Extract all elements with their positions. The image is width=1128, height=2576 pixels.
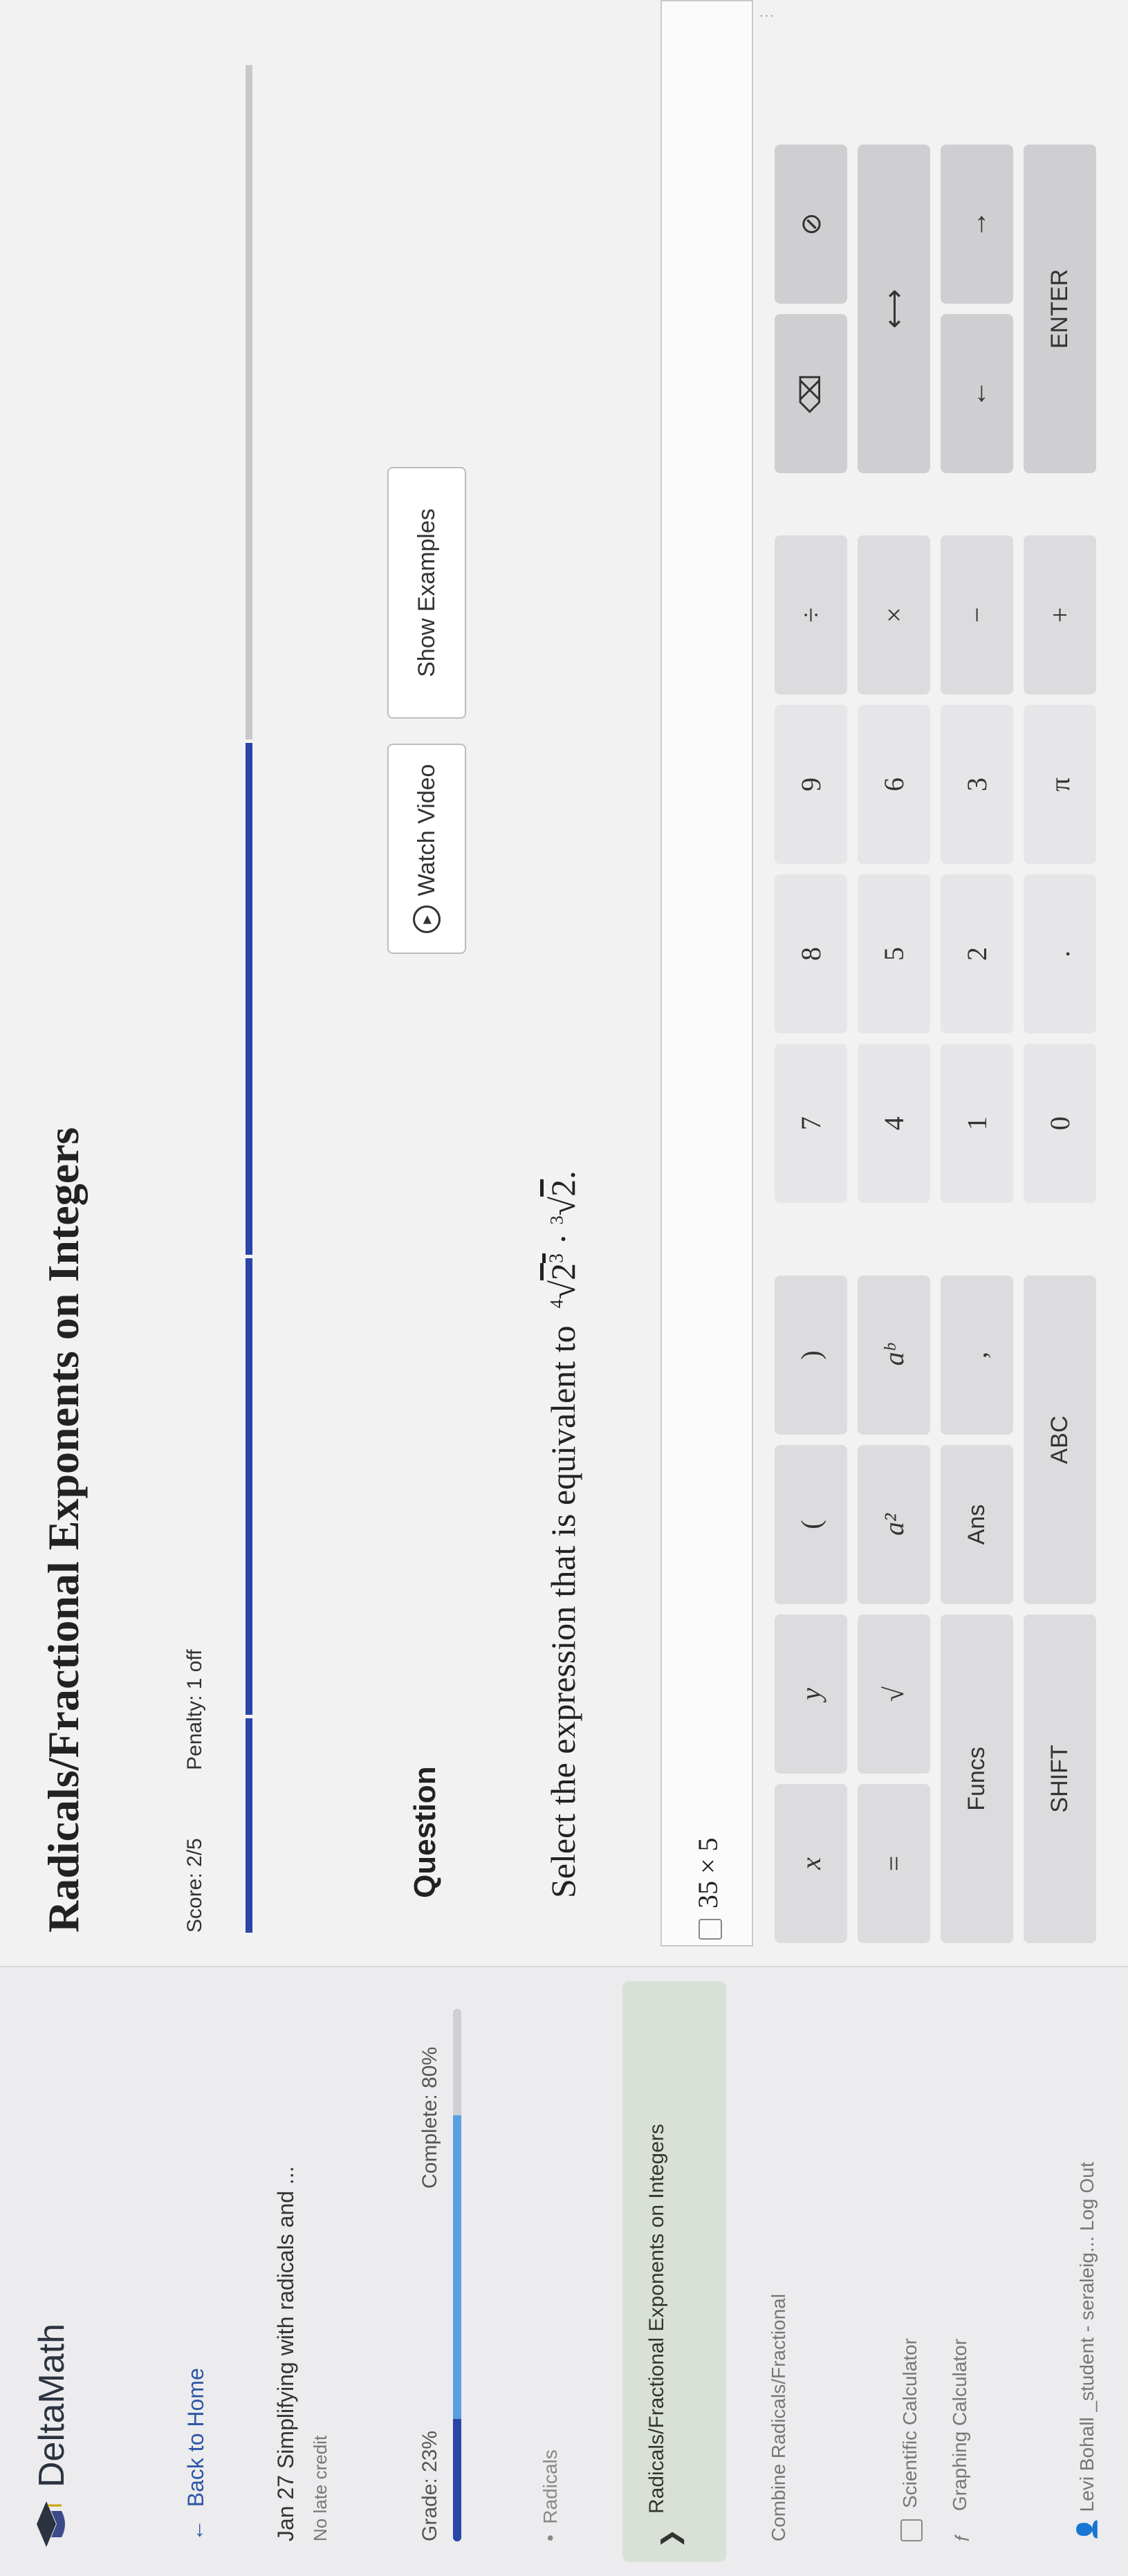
show-examples-button[interactable]: Show Examples: [387, 467, 466, 719]
page-title: Radicals/Fractional Exponents on Integer…: [39, 1127, 88, 1933]
progress-segment: [246, 65, 252, 739]
brand-name: DeltaMath: [32, 2324, 72, 2487]
key-right[interactable]: →: [941, 145, 1013, 304]
skill-item-combine[interactable]: Combine Radicals/Fractional: [768, 2294, 790, 2541]
arrow-right-icon: →: [961, 210, 992, 238]
calculator-icon: [900, 2519, 923, 2541]
graduation-cap-icon: [37, 2501, 65, 2547]
math-expression: 4√23 · 3√2.: [544, 1170, 582, 1309]
key-toggle[interactable]: ⟷: [858, 145, 930, 473]
question-progress-bar: [246, 65, 252, 1933]
key-equals[interactable]: =: [858, 1784, 930, 1943]
skill-item-active[interactable]: ❯ Radicals/Fractional Exponents on Integ…: [622, 1981, 726, 2562]
grade-text: Grade: 23%: [418, 2430, 441, 2541]
key-minus[interactable]: −: [941, 535, 1013, 694]
user-logout[interactable]: 👤 Levi Bohall _student - seraleig... Log…: [1075, 2162, 1098, 2541]
key-8[interactable]: 8: [775, 874, 847, 1033]
key-open-paren[interactable]: (: [775, 1445, 847, 1604]
assignment-name: Jan 27 Simplifying with radicals and ...: [273, 2166, 298, 2541]
grade-fill: [453, 2418, 461, 2541]
key-0[interactable]: 0: [1024, 1044, 1096, 1203]
key-left[interactable]: ←: [941, 314, 1013, 473]
key-5[interactable]: 5: [858, 874, 930, 1033]
arrow-left-icon: ←: [961, 380, 992, 407]
play-icon: ▶: [413, 905, 441, 934]
key-plus[interactable]: +: [1024, 535, 1096, 694]
key-shift[interactable]: SHIFT: [1024, 1614, 1096, 1943]
user-icon: 👤: [1076, 2512, 1098, 2541]
resize-handle-icon[interactable]: ⋮: [757, 8, 775, 24]
graphing-calculator-link[interactable]: 𝑓Graphing Calculator: [949, 2339, 973, 2541]
active-skill-label: Radicals/Fractional Exponents on Integer…: [645, 2124, 668, 2514]
brand[interactable]: DeltaMath: [31, 2324, 73, 2548]
enter-button[interactable]: ENTER: [1024, 145, 1096, 473]
score-text: Score: 2/5: [183, 1838, 206, 1933]
watch-video-button[interactable]: ▶ Watch Video: [387, 744, 466, 954]
scientific-calculator-link[interactable]: Scientific Calculator: [899, 2338, 923, 2541]
question-prompt: Select the expression that is equivalent…: [543, 1170, 583, 1898]
answer-input[interactable]: [660, 0, 753, 1947]
prompt-text: Select the expression that is equivalent…: [544, 1325, 582, 1898]
backspace-icon: ⌫: [795, 374, 826, 414]
key-2[interactable]: 2: [941, 874, 1013, 1033]
key-funcs[interactable]: Funcs: [941, 1614, 1013, 1943]
key-abc[interactable]: ABC: [1024, 1276, 1096, 1604]
left-right-arrow-icon: ⟷: [878, 288, 909, 329]
key-4[interactable]: 4: [858, 1044, 930, 1203]
answer-value: 35 × 5: [692, 1837, 723, 1908]
complete-fill: [453, 2115, 461, 2419]
question-label: Question: [408, 1766, 442, 1898]
key-comma[interactable]: ,: [941, 1276, 1013, 1435]
skill-item-radicals[interactable]: • Radicals: [539, 2449, 562, 2541]
back-to-home-link[interactable]: ← Back to Home: [183, 2368, 209, 2541]
key-sqrt[interactable]: √: [858, 1614, 930, 1774]
arrow-left-icon: ←: [183, 2507, 208, 2541]
key-divide[interactable]: ÷: [775, 535, 847, 694]
penalty-text: Penalty: 1 off: [183, 1649, 206, 1770]
key-pi[interactable]: π: [1024, 705, 1096, 864]
key-ans[interactable]: Ans: [941, 1445, 1013, 1604]
progress-segment: [246, 743, 252, 1255]
progress-segment: [246, 1718, 252, 1933]
key-7[interactable]: 7: [775, 1044, 847, 1203]
late-credit-note: No late credit: [310, 2435, 331, 2541]
calculator-mini-icon: [699, 1919, 722, 1940]
key-square[interactable]: a²: [858, 1445, 930, 1604]
key-6[interactable]: 6: [858, 705, 930, 864]
back-label: Back to Home: [183, 2368, 208, 2508]
key-multiply[interactable]: ×: [858, 535, 930, 694]
key-decimal[interactable]: .: [1024, 874, 1096, 1033]
key-9[interactable]: 9: [775, 705, 847, 864]
grade-progress-bar: [453, 2009, 461, 2541]
key-power[interactable]: aᵇ: [858, 1276, 930, 1435]
key-3[interactable]: 3: [941, 705, 1013, 864]
progress-segment: [246, 1258, 252, 1715]
key-close-paren[interactable]: ): [775, 1276, 847, 1435]
key-x[interactable]: x: [775, 1784, 847, 1943]
graph-icon: 𝑓: [951, 2535, 973, 2541]
clear-icon: ⊘: [795, 212, 826, 236]
key-y[interactable]: y: [775, 1614, 847, 1774]
key-backspace[interactable]: ⌫: [775, 314, 847, 473]
key-clear[interactable]: ⊘: [775, 145, 847, 304]
key-1[interactable]: 1: [941, 1044, 1013, 1203]
complete-text: Complete: 80%: [418, 2046, 441, 2189]
current-skill-icon: ❯: [658, 2528, 684, 2549]
